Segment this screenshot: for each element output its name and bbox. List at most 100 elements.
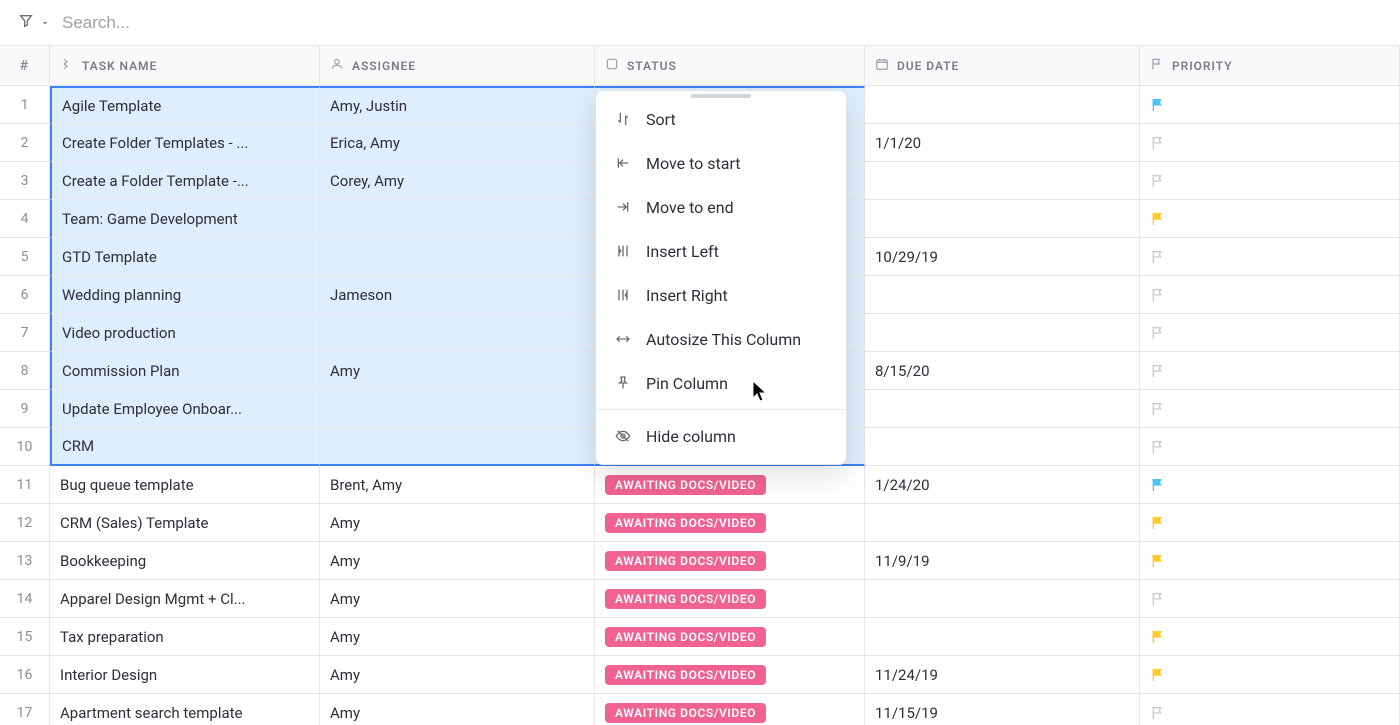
row-number[interactable]: 7 (0, 314, 50, 352)
task-cell[interactable]: Apparel Design Mgmt + Cl... (50, 580, 320, 618)
row-number[interactable]: 12 (0, 504, 50, 542)
status-cell[interactable]: AWAITING DOCS/VIDEO (595, 656, 865, 694)
due-cell[interactable] (865, 314, 1140, 352)
priority-cell[interactable] (1140, 428, 1400, 466)
column-header-priority[interactable]: PRIORITY (1140, 46, 1400, 86)
row-number[interactable]: 14 (0, 580, 50, 618)
row-number[interactable]: 2 (0, 124, 50, 162)
assignee-cell[interactable]: Amy, Justin (320, 86, 595, 124)
assignee-cell[interactable]: Amy (320, 618, 595, 656)
due-cell[interactable] (865, 390, 1140, 428)
task-cell[interactable]: Bookkeeping (50, 542, 320, 580)
due-cell[interactable] (865, 162, 1140, 200)
assignee-cell[interactable] (320, 390, 595, 428)
menu-sort[interactable]: Sort (596, 97, 846, 141)
due-cell[interactable] (865, 86, 1140, 124)
priority-cell[interactable] (1140, 390, 1400, 428)
due-cell[interactable] (865, 580, 1140, 618)
due-cell[interactable] (865, 200, 1140, 238)
status-cell[interactable]: AWAITING DOCS/VIDEO (595, 504, 865, 542)
priority-cell[interactable] (1140, 276, 1400, 314)
priority-cell[interactable] (1140, 694, 1400, 725)
row-number[interactable]: 4 (0, 200, 50, 238)
task-cell[interactable]: Create a Folder Template -... (50, 162, 320, 200)
due-cell[interactable] (865, 504, 1140, 542)
assignee-cell[interactable]: Amy (320, 694, 595, 725)
priority-cell[interactable] (1140, 580, 1400, 618)
assignee-cell[interactable]: Amy (320, 656, 595, 694)
menu-pin[interactable]: Pin Column (596, 361, 846, 405)
task-cell[interactable]: Create Folder Templates - ... (50, 124, 320, 162)
due-cell[interactable]: 10/29/19 (865, 238, 1140, 276)
task-cell[interactable]: Bug queue template (50, 466, 320, 504)
row-number[interactable]: 13 (0, 542, 50, 580)
status-cell[interactable]: AWAITING DOCS/VIDEO (595, 618, 865, 656)
priority-cell[interactable] (1140, 200, 1400, 238)
due-cell[interactable] (865, 428, 1140, 466)
assignee-cell[interactable]: Erica, Amy (320, 124, 595, 162)
due-cell[interactable]: 1/1/20 (865, 124, 1140, 162)
task-cell[interactable]: GTD Template (50, 238, 320, 276)
assignee-cell[interactable]: Amy (320, 542, 595, 580)
due-cell[interactable] (865, 618, 1140, 656)
status-cell[interactable]: AWAITING DOCS/VIDEO (595, 466, 865, 504)
priority-cell[interactable] (1140, 466, 1400, 504)
due-cell[interactable] (865, 276, 1140, 314)
due-cell[interactable]: 11/15/19 (865, 694, 1140, 725)
row-number[interactable]: 5 (0, 238, 50, 276)
priority-cell[interactable] (1140, 238, 1400, 276)
priority-cell[interactable] (1140, 124, 1400, 162)
column-header-due[interactable]: DUE DATE (865, 46, 1140, 86)
priority-cell[interactable] (1140, 618, 1400, 656)
status-cell[interactable]: AWAITING DOCS/VIDEO (595, 580, 865, 618)
assignee-cell[interactable]: Amy (320, 580, 595, 618)
assignee-cell[interactable]: Jameson (320, 276, 595, 314)
row-number[interactable]: 6 (0, 276, 50, 314)
row-number[interactable]: 8 (0, 352, 50, 390)
priority-cell[interactable] (1140, 352, 1400, 390)
task-cell[interactable]: Agile Template (50, 86, 320, 124)
row-number[interactable]: 16 (0, 656, 50, 694)
task-cell[interactable]: Interior Design (50, 656, 320, 694)
due-cell[interactable]: 8/15/20 (865, 352, 1140, 390)
menu-autosize[interactable]: Autosize This Column (596, 317, 846, 361)
assignee-cell[interactable]: Amy (320, 504, 595, 542)
filter-dropdown[interactable] (18, 13, 50, 33)
task-cell[interactable]: Video production (50, 314, 320, 352)
priority-cell[interactable] (1140, 504, 1400, 542)
assignee-cell[interactable] (320, 238, 595, 276)
priority-cell[interactable] (1140, 542, 1400, 580)
priority-cell[interactable] (1140, 86, 1400, 124)
task-cell[interactable]: Commission Plan (50, 352, 320, 390)
assignee-cell[interactable]: Brent, Amy (320, 466, 595, 504)
due-cell[interactable]: 11/9/19 (865, 542, 1140, 580)
column-header-number[interactable]: # (0, 46, 50, 86)
column-header-status[interactable]: STATUS (595, 46, 865, 86)
due-cell[interactable]: 1/24/20 (865, 466, 1140, 504)
status-cell[interactable]: AWAITING DOCS/VIDEO (595, 542, 865, 580)
column-header-assignee[interactable]: ASSIGNEE (320, 46, 595, 86)
menu-insert-left[interactable]: Insert Left (596, 229, 846, 273)
assignee-cell[interactable] (320, 200, 595, 238)
row-number[interactable]: 15 (0, 618, 50, 656)
column-header-task[interactable]: TASK NAME (50, 46, 320, 86)
priority-cell[interactable] (1140, 656, 1400, 694)
task-cell[interactable]: CRM (Sales) Template (50, 504, 320, 542)
assignee-cell[interactable]: Amy (320, 352, 595, 390)
menu-move-start[interactable]: Move to start (596, 141, 846, 185)
task-cell[interactable]: CRM (50, 428, 320, 466)
row-number[interactable]: 3 (0, 162, 50, 200)
menu-move-end[interactable]: Move to end (596, 185, 846, 229)
search-input[interactable] (50, 9, 1382, 37)
status-cell[interactable]: AWAITING DOCS/VIDEO (595, 694, 865, 725)
task-cell[interactable]: Apartment search template (50, 694, 320, 725)
priority-cell[interactable] (1140, 314, 1400, 352)
assignee-cell[interactable] (320, 428, 595, 466)
row-number[interactable]: 17 (0, 694, 50, 725)
row-number[interactable]: 1 (0, 86, 50, 124)
row-number[interactable]: 10 (0, 428, 50, 466)
menu-insert-right[interactable]: Insert Right (596, 273, 846, 317)
task-cell[interactable]: Wedding planning (50, 276, 320, 314)
assignee-cell[interactable]: Corey, Amy (320, 162, 595, 200)
row-number[interactable]: 9 (0, 390, 50, 428)
